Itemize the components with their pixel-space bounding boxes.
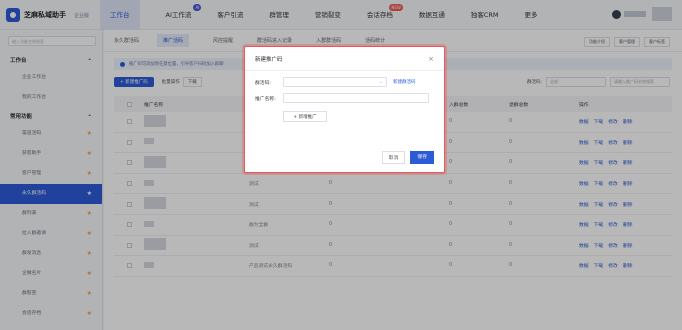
group-code-label: 群活码: xyxy=(255,80,272,86)
promo-name-row: 推广名称: xyxy=(245,93,444,103)
promo-name-label: 推广名称: xyxy=(255,96,276,102)
group-code-select[interactable]: ⌄ xyxy=(283,77,387,87)
save-button[interactable]: 保存 xyxy=(410,151,434,164)
close-icon[interactable]: × xyxy=(428,55,434,63)
promo-name-input[interactable] xyxy=(283,93,429,103)
new-promo-code-dialog: 新建推广码 × 群活码: ⌄ 新建群活码 推广名称: + 新增推广 取消 保存 xyxy=(242,44,447,175)
dialog-header: 新建推广码 × xyxy=(245,47,444,71)
group-code-row: 群活码: ⌄ 新建群活码 xyxy=(245,77,444,87)
dialog-title: 新建推广码 xyxy=(255,56,283,63)
cancel-button[interactable]: 取消 xyxy=(381,151,406,164)
add-promo-button[interactable]: + 新增推广 xyxy=(283,111,327,122)
dialog-footer: 取消 保存 xyxy=(381,151,434,164)
chevron-down-icon: ⌄ xyxy=(378,79,383,85)
new-group-code-link[interactable]: 新建群活码 xyxy=(393,79,416,85)
